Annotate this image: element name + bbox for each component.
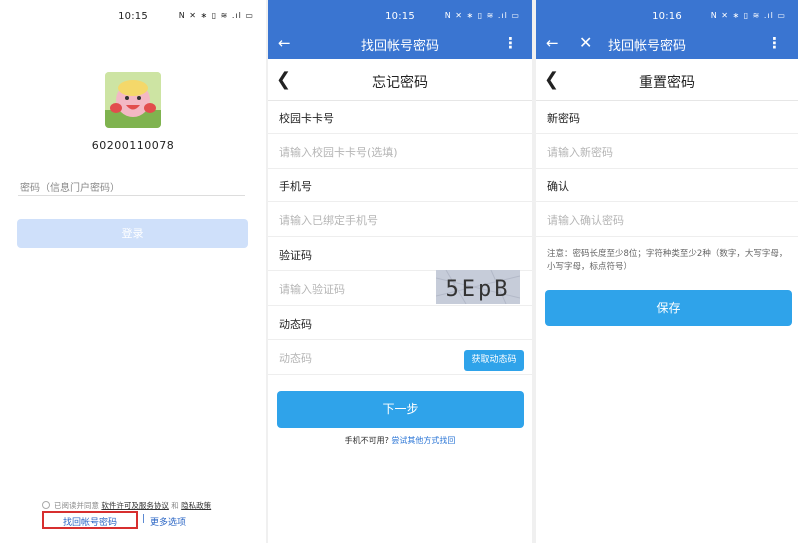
dynamic-code-label: 动态码 <box>279 318 312 331</box>
phone-unavailable-text: 手机不可用? <box>344 436 389 445</box>
divider <box>268 339 532 340</box>
page-header: ❮ 重置密码 <box>536 62 798 100</box>
agree-radio[interactable] <box>42 501 50 509</box>
status-bar: 10:16 N ✕ ∗ ▯ ≋ .ıl ▭ <box>536 0 798 30</box>
divider <box>268 201 532 202</box>
password-input[interactable]: 密码（信息门户密码） <box>20 179 120 194</box>
divider <box>268 168 532 169</box>
get-code-button[interactable]: 获取动态码 <box>464 350 524 371</box>
status-icons: N ✕ ∗ ▯ ≋ .ıl ▭ <box>710 11 786 20</box>
divider <box>536 236 798 237</box>
captcha-image[interactable]: 5EpB <box>436 270 520 304</box>
divider <box>268 236 532 237</box>
divider <box>536 201 798 202</box>
login-button[interactable]: 登录 <box>17 219 248 248</box>
back-arrow-icon[interactable]: ← <box>546 34 559 52</box>
forgot-password-screen: 10:15 N ✕ ∗ ▯ ≋ .ıl ▭ ← 找回帐号密码 ⋮ ❮ 忘记密码 … <box>268 0 532 543</box>
new-password-label: 新密码 <box>547 112 580 125</box>
alt-recovery-note: 手机不可用? 尝试其他方式找回 <box>268 435 532 446</box>
status-icons: N ✕ ∗ ▯ ≋ .ıl ▭ <box>178 11 254 20</box>
status-bar: 10:15 N ✕ ∗ ▯ ≋ .ıl ▭ <box>268 0 532 30</box>
avatar-image <box>105 72 161 128</box>
save-button[interactable]: 保存 <box>545 290 792 326</box>
more-options-link[interactable]: 更多选项 <box>150 515 186 528</box>
account-number: 60200110078 <box>91 139 175 152</box>
new-password-input[interactable]: 请输入新密码 <box>547 144 613 160</box>
divider <box>536 133 798 134</box>
privacy-link[interactable]: 隐私政策 <box>181 501 211 510</box>
dynamic-code-input[interactable]: 动态码 <box>279 350 312 366</box>
agree-and: 和 <box>171 501 179 510</box>
link-separator: | <box>142 514 146 524</box>
app-bar-title: 找回帐号密码 <box>608 39 687 54</box>
captcha-text: 5EpB <box>446 277 511 302</box>
page-title: 重置密码 <box>639 75 695 91</box>
captcha-label: 验证码 <box>279 249 312 262</box>
divider <box>536 100 798 101</box>
try-other-link[interactable]: 尝试其他方式找回 <box>391 436 455 445</box>
divider <box>268 100 532 101</box>
agreement-row: 已阅读并同意 软件许可及服务协议 和 隐私政策 <box>42 500 211 511</box>
app-bar-title: 找回帐号密码 <box>360 39 439 54</box>
app-bar: ← ✕ 找回帐号密码 ⋮ <box>536 30 798 59</box>
confirm-password-input[interactable]: 请输入确认密码 <box>547 212 624 228</box>
divider <box>536 168 798 169</box>
more-vert-icon[interactable]: ⋮ <box>503 34 518 52</box>
app-bar: ← 找回帐号密码 ⋮ <box>268 30 532 59</box>
confirm-label: 确认 <box>547 180 569 193</box>
password-rule-note: 注意：密码长度至少8位；字符种类至少2种（数字，大写字母，小写字母，标点符号） <box>547 249 788 272</box>
card-number-input[interactable]: 请输入校园卡卡号(选填) <box>279 144 398 160</box>
forgot-password-link[interactable]: 找回帐号密码 <box>42 515 138 528</box>
divider <box>268 374 532 375</box>
card-number-label: 校园卡卡号 <box>279 112 334 125</box>
page-title: 忘记密码 <box>372 75 428 91</box>
login-screen: 10:15 N ✕ ∗ ▯ ≋ .ıl ▭ 60200110078 密码（信息门… <box>0 0 266 543</box>
divider <box>268 305 532 306</box>
password-underline <box>18 195 245 196</box>
status-bar: 10:15 N ✕ ∗ ▯ ≋ .ıl ▭ <box>0 0 266 30</box>
captcha-input[interactable]: 请输入验证码 <box>279 281 345 297</box>
status-icons: N ✕ ∗ ▯ ≋ .ıl ▭ <box>444 11 520 20</box>
phone-label: 手机号 <box>279 180 312 193</box>
page-header: ❮ 忘记密码 <box>268 62 532 100</box>
phone-input[interactable]: 请输入已绑定手机号 <box>279 212 378 228</box>
reset-password-screen: 10:16 N ✕ ∗ ▯ ≋ .ıl ▭ ← ✕ 找回帐号密码 ⋮ ❮ 重置密… <box>536 0 798 543</box>
agree-prefix: 已阅读并同意 <box>54 501 99 510</box>
more-vert-icon[interactable]: ⋮ <box>767 34 782 52</box>
next-button[interactable]: 下一步 <box>277 391 524 428</box>
close-icon[interactable]: ✕ <box>579 34 592 52</box>
terms-link[interactable]: 软件许可及服务协议 <box>101 501 169 510</box>
divider <box>268 133 532 134</box>
avatar <box>105 72 161 128</box>
